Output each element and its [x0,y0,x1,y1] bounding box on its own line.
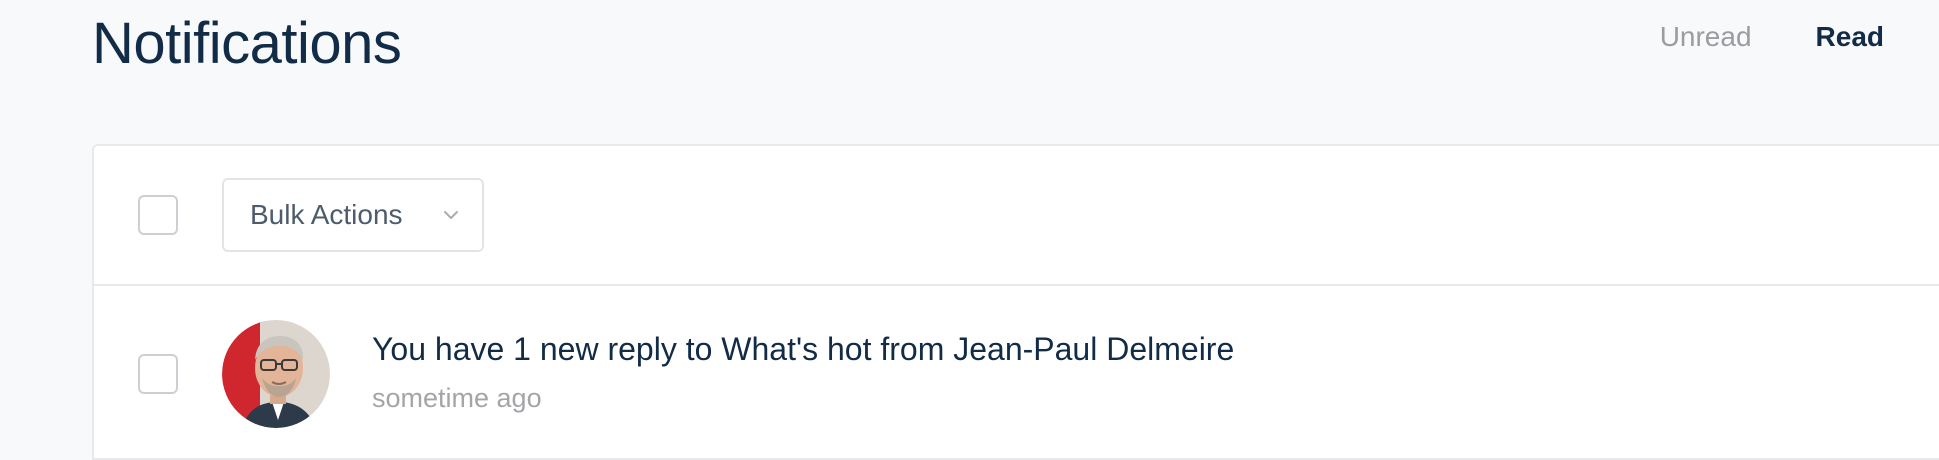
notification-item: You have 1 new reply to What's hot from … [94,286,1939,460]
notification-checkbox[interactable] [138,354,178,394]
notification-message[interactable]: You have 1 new reply to What's hot from … [372,328,1234,370]
bulk-actions-select[interactable]: Bulk Actions [222,178,484,252]
chevron-down-icon [444,211,458,219]
notifications-page: Notifications Unread Read Bulk Actions Y… [0,0,1939,460]
avatar-photo-icon [222,320,330,428]
bulk-actions-toolbar: Bulk Actions [94,146,1939,286]
page-title: Notifications [92,11,402,76]
notification-filter-tabs: Unread Read [1660,18,1884,56]
select-all-checkbox[interactable] [138,195,178,235]
avatar[interactable] [222,320,330,428]
notifications-panel: Bulk Actions You have 1 new reply to Wha… [92,144,1939,460]
bulk-actions-label: Bulk Actions [250,199,403,230]
tab-unread[interactable]: Unread [1660,18,1752,56]
tab-read[interactable]: Read [1816,18,1884,56]
notification-timestamp: sometime ago [372,383,542,413]
